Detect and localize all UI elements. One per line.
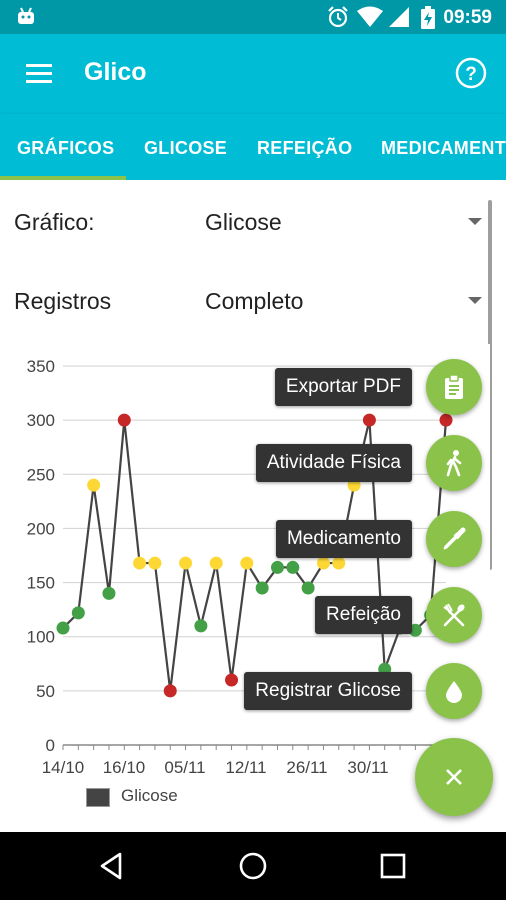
data-point	[71, 606, 85, 620]
alarm-icon	[328, 6, 348, 28]
data-point	[194, 619, 208, 633]
hamburger-menu-icon[interactable]	[22, 56, 58, 92]
data-point	[133, 556, 147, 570]
records-select[interactable]: Completo	[205, 288, 303, 315]
fab-label-meal[interactable]: Refeição	[315, 596, 412, 634]
glucose-chart-svg: 0 50 100 150 200 250 300 350 14/10 16/10 05/11 12/1…	[27, 357, 453, 777]
x-tick-label: 05/11	[164, 758, 205, 777]
medication-button[interactable]	[426, 511, 482, 567]
legend-swatch	[86, 788, 110, 807]
data-point	[439, 413, 453, 427]
chart-label: Gráfico:	[14, 209, 95, 235]
data-point	[362, 413, 376, 427]
tab-bar: GRÁFICOS GLICOSE REFEIÇÃO MEDICAMENT	[0, 114, 506, 180]
walking-icon	[446, 450, 462, 477]
data-point	[87, 478, 101, 492]
battery-charging-icon	[421, 6, 435, 29]
y-tick-label: 50	[36, 682, 55, 701]
x-tick-label: 12/11	[225, 758, 266, 777]
close-fab-button[interactable]	[415, 738, 493, 816]
data-point	[286, 560, 300, 574]
home-icon[interactable]	[237, 850, 269, 882]
chart-select[interactable]: Glicose	[205, 209, 282, 236]
data-point	[179, 556, 193, 570]
data-point	[56, 621, 70, 635]
tab-indicator	[0, 176, 126, 180]
records-dropdown-icon[interactable]	[468, 297, 482, 304]
data-point	[301, 581, 315, 595]
clipboard-icon	[445, 374, 463, 399]
tab-refeicao[interactable]: REFEIÇÃO	[257, 138, 352, 159]
signal-icon	[389, 7, 409, 27]
chart-dropdown-icon[interactable]	[468, 218, 482, 225]
x-tick-label: 16/10	[103, 758, 146, 777]
fab-label-physical-activity[interactable]: Atividade Física	[255, 444, 412, 482]
x-tick-label: 14/10	[42, 758, 85, 777]
y-tick-label: 150	[27, 574, 55, 593]
y-tick-label: 250	[27, 465, 55, 484]
data-point	[240, 556, 254, 570]
records-label: Registros	[14, 288, 112, 314]
y-tick-label: 200	[27, 519, 55, 538]
y-tick-label: 100	[27, 628, 55, 647]
fab-label-export-pdf[interactable]: Exportar PDF	[274, 368, 412, 406]
drop-icon	[446, 681, 462, 703]
meal-button[interactable]	[426, 587, 482, 643]
status-time: 09:59	[443, 7, 492, 28]
tab-glicose[interactable]: GLICOSE	[144, 138, 227, 159]
app-title: Glico	[84, 58, 147, 86]
register-glucose-button[interactable]	[426, 663, 482, 719]
glucose-chart: 0 50 100 150 200 250 300 350 14/10 16/10 05/11 12/1…	[14, 344, 490, 814]
fab-label-register-glucose[interactable]: Registrar Glicose	[244, 672, 412, 710]
tab-graficos[interactable]: GRÁFICOS	[17, 138, 114, 159]
wifi-icon	[357, 6, 383, 27]
y-tick-label: 350	[27, 357, 55, 376]
back-icon[interactable]	[96, 850, 128, 882]
legend-label: Glicose	[121, 786, 178, 805]
android-icon	[18, 7, 34, 24]
x-tick-label: 26/11	[286, 758, 327, 777]
fab-label-medication[interactable]: Medicamento	[275, 520, 412, 558]
data-point	[148, 556, 162, 570]
recents-icon[interactable]	[377, 850, 409, 882]
svg-text:?: ?	[465, 64, 477, 85]
navigation-bar	[0, 832, 506, 900]
app-bar: Glico ?	[0, 34, 506, 114]
data-point	[332, 556, 346, 570]
data-point	[102, 586, 116, 600]
help-circle-icon[interactable]: ?	[454, 56, 488, 90]
y-tick-label: 300	[27, 411, 55, 430]
y-tick-label: 0	[46, 736, 55, 755]
data-point	[225, 673, 239, 687]
data-point	[255, 581, 269, 595]
fork-spoon-icon	[443, 603, 465, 627]
data-point	[316, 556, 330, 570]
data-point	[163, 684, 177, 698]
data-point	[209, 556, 223, 570]
x-tick-label: 30/11	[347, 758, 388, 777]
physical-activity-button[interactable]	[426, 435, 482, 491]
data-point	[270, 560, 284, 574]
export-pdf-button[interactable]	[426, 359, 482, 415]
tab-medicamento[interactable]: MEDICAMENT	[381, 138, 506, 159]
close-icon	[446, 769, 462, 785]
eyedropper-icon	[443, 527, 466, 550]
status-bar: 09:59	[0, 0, 506, 34]
data-point	[117, 413, 131, 427]
